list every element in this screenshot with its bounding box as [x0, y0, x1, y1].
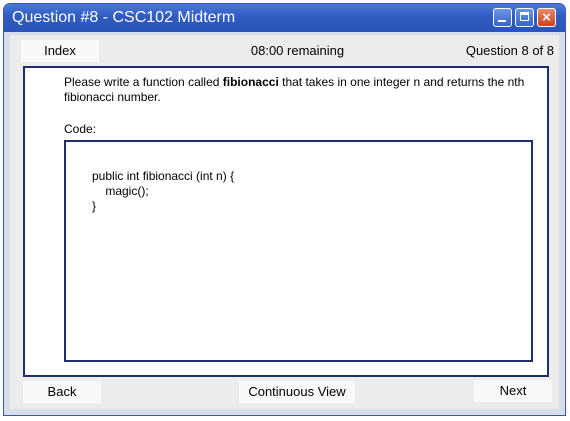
prompt-text-start: Please write a function called [64, 75, 223, 89]
client-area: Index 08:00 remaining Question 8 of 8 Pl… [10, 35, 559, 409]
code-line: magic(); [92, 184, 149, 198]
continuous-view-button[interactable]: Continuous View [239, 381, 355, 403]
minimize-icon [498, 20, 506, 22]
close-icon: × [542, 9, 551, 26]
code-editor[interactable]: public int fibionacci (int n) { magic();… [64, 140, 533, 362]
maximize-icon [520, 12, 529, 21]
function-name: fibionacci [222, 75, 279, 89]
back-button[interactable]: Back [23, 381, 101, 403]
minimize-button[interactable] [493, 8, 512, 27]
close-button[interactable]: × [537, 8, 556, 27]
question-prompt: Please write a function called fibionacc… [64, 75, 534, 105]
window-title: Question #8 - CSC102 Midterm [12, 9, 236, 26]
question-counter: Question 8 of 8 [465, 43, 554, 58]
next-button[interactable]: Next [474, 380, 552, 402]
exam-window: Question #8 - CSC102 Midterm × Index 08:… [3, 3, 566, 416]
maximize-button[interactable] [515, 8, 534, 27]
code-line: } [92, 199, 97, 213]
code-label: Code: [64, 122, 97, 136]
index-button[interactable]: Index [21, 40, 99, 62]
time-remaining: 08:00 remaining [250, 43, 345, 58]
question-panel: Please write a function called fibionacc… [23, 66, 549, 377]
code-line: public int fibionacci (int n) { [92, 169, 235, 183]
title-bar[interactable]: Question #8 - CSC102 Midterm × [4, 4, 565, 32]
